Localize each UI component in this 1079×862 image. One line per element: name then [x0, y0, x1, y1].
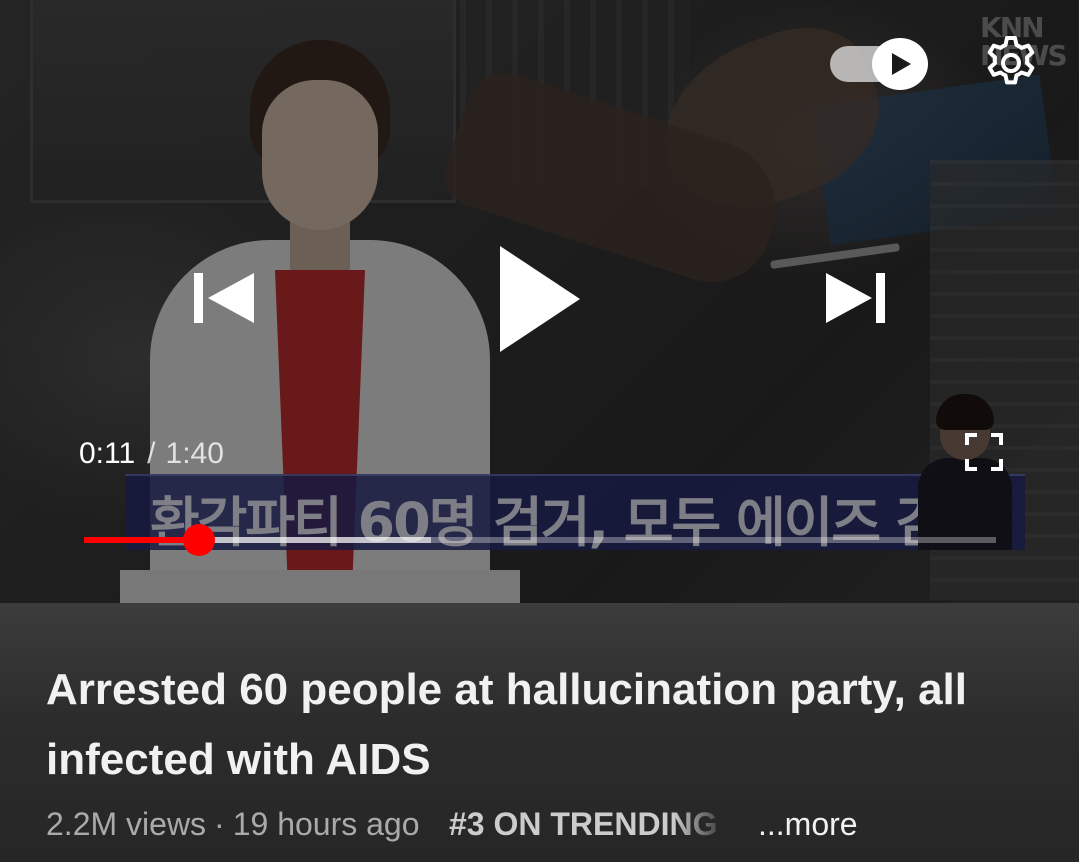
- time-separator: /: [147, 437, 156, 470]
- skip-previous-icon: [194, 273, 254, 323]
- playback-time: 0:11 / 1:40: [79, 437, 224, 471]
- fullscreen-icon: [965, 433, 1003, 471]
- video-duration: 1:40: [165, 437, 224, 470]
- settings-button[interactable]: [982, 34, 1040, 92]
- view-count: 2.2M views: [46, 806, 207, 842]
- autoplay-knob: [872, 38, 928, 90]
- current-time: 0:11: [79, 437, 136, 470]
- previous-video-button[interactable]: [190, 270, 260, 326]
- video-watch-page: 환각파티 60명 검거, 모두 에이즈 감염 KNN NEWS 0:11 / 1…: [0, 0, 1079, 862]
- skip-next-icon: [826, 273, 885, 323]
- progress-scrubber[interactable]: [182, 524, 215, 556]
- upload-time: 19 hours ago: [232, 806, 420, 842]
- progress-bar[interactable]: [84, 524, 996, 556]
- next-video-button[interactable]: [822, 270, 892, 326]
- more-button[interactable]: ...more: [758, 806, 858, 843]
- play-button[interactable]: [495, 244, 585, 354]
- meta-separator: ·: [214, 806, 225, 842]
- video-player[interactable]: 환각파티 60명 검거, 모두 에이즈 감염 KNN NEWS 0:11 / 1…: [0, 0, 1079, 603]
- video-info-panel: Arrested 60 people at hallucination part…: [0, 603, 1079, 862]
- autoplay-play-icon: [892, 53, 911, 75]
- play-icon: [500, 246, 580, 352]
- gear-icon: [987, 36, 1035, 85]
- trending-badge[interactable]: #3 ON TRENDING: [449, 806, 729, 843]
- fullscreen-button[interactable]: [964, 432, 1004, 472]
- autoplay-toggle[interactable]: [830, 38, 928, 90]
- video-metadata: 2.2M views · 19 hours ago: [46, 806, 420, 843]
- progress-played: [84, 537, 199, 543]
- video-title[interactable]: Arrested 60 people at hallucination part…: [46, 655, 1036, 795]
